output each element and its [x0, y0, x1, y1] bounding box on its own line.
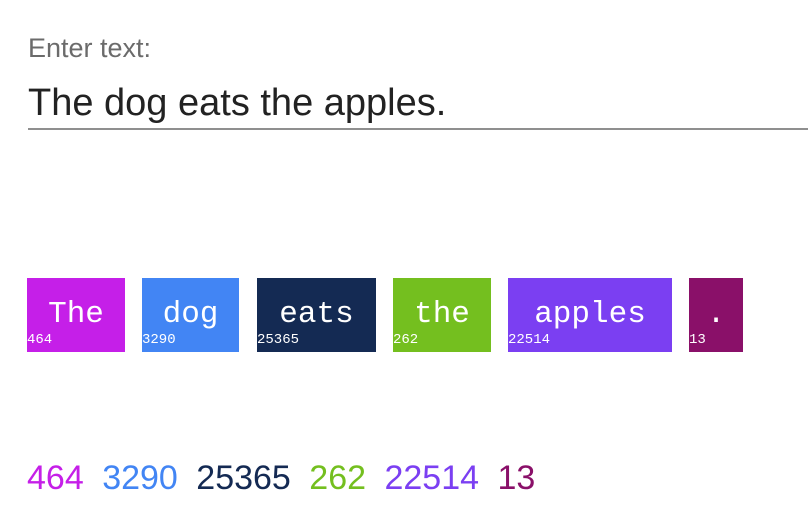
token-text: apples: [534, 297, 646, 332]
token-chip: apples 22514: [508, 278, 672, 352]
token-chip: the 262: [393, 278, 491, 352]
token-text: dog: [162, 297, 219, 332]
token-id: 464: [27, 332, 53, 348]
token-chip: . 13: [689, 278, 743, 352]
token-chip: eats 25365: [257, 278, 376, 352]
token-id-value: 13: [497, 459, 536, 497]
input-label: Enter text:: [28, 33, 152, 63]
token-id-list: 464 3290 25365 262 22514 13: [27, 456, 544, 500]
token-id-value: 464: [27, 459, 84, 497]
token-text: the: [414, 297, 470, 332]
token-id-value: 22514: [384, 459, 480, 497]
token-chip: The 464: [27, 278, 125, 352]
token-id-value: 262: [309, 459, 367, 497]
token-chip: dog 3290: [142, 278, 239, 352]
token-text: eats: [279, 297, 354, 332]
token-text: .: [706, 297, 726, 332]
token-id: 25365: [257, 332, 300, 348]
token-id: 262: [393, 332, 419, 348]
token-text: The: [48, 297, 104, 332]
token-id-value: 25365: [196, 459, 291, 497]
token-id: 13: [689, 332, 706, 348]
token-id-value: 3290: [102, 459, 178, 497]
text-input[interactable]: [28, 78, 808, 130]
token-id: 22514: [508, 332, 551, 348]
token-id: 3290: [142, 332, 176, 348]
